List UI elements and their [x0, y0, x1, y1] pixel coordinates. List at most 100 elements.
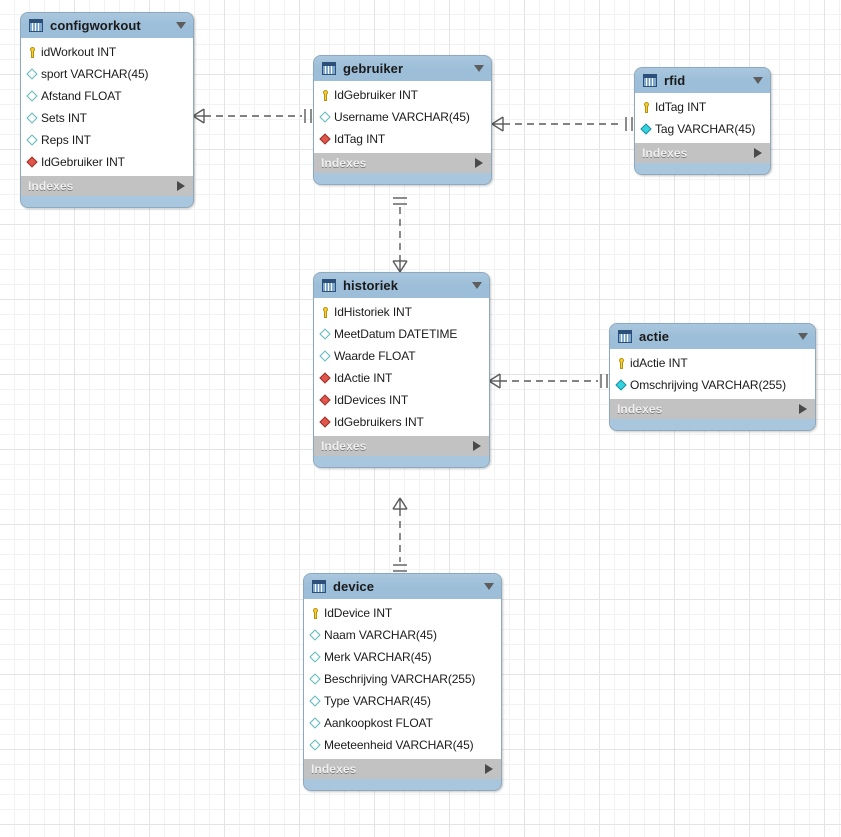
table-header-rfid[interactable]: rfid	[635, 68, 770, 94]
table-columns-gebruiker: IdGebruiker INT Username VARCHAR(45) IdTag…	[314, 82, 491, 152]
table-footer	[635, 163, 770, 174]
column-row[interactable]: Beschrijving VARCHAR(255)	[304, 668, 501, 690]
column-diamond-icon	[309, 717, 322, 730]
indexes-label: Indexes	[311, 762, 357, 776]
chevron-right-icon[interactable]	[754, 148, 762, 158]
column-row[interactable]: idWorkout INT	[21, 41, 193, 63]
table-header-actie[interactable]: actie	[610, 324, 815, 350]
table-header-historiek[interactable]: historiek	[314, 273, 489, 299]
table-footer	[314, 456, 489, 467]
column-row[interactable]: Merk VARCHAR(45)	[304, 646, 501, 668]
foreign-key-icon	[26, 156, 39, 169]
rel-configworkout-gebruiker[interactable]	[192, 98, 314, 134]
column-label: Username VARCHAR(45)	[334, 110, 470, 124]
table-icon	[29, 19, 43, 32]
chevron-down-icon[interactable]	[176, 22, 186, 29]
indexes-label: Indexes	[617, 402, 663, 416]
indexes-section-actie[interactable]: Indexes	[610, 398, 815, 419]
column-row[interactable]: Aankoopkost FLOAT	[304, 712, 501, 734]
column-row[interactable]: Username VARCHAR(45)	[314, 106, 491, 128]
chevron-right-icon[interactable]	[177, 181, 185, 191]
chevron-right-icon[interactable]	[473, 441, 481, 451]
primary-key-icon	[319, 306, 332, 319]
indexes-section-rfid[interactable]: Indexes	[635, 142, 770, 163]
column-row[interactable]: Type VARCHAR(45)	[304, 690, 501, 712]
column-row[interactable]: IdGebruiker INT	[21, 151, 193, 173]
chevron-down-icon[interactable]	[753, 77, 763, 84]
column-row[interactable]: IdDevice INT	[304, 602, 501, 624]
column-label: Tag VARCHAR(45)	[655, 122, 756, 136]
column-diamond-icon	[309, 673, 322, 686]
indexes-section-historiek[interactable]: Indexes	[314, 435, 489, 456]
foreign-key-icon	[319, 394, 332, 407]
column-label: Omschrijving VARCHAR(255)	[630, 378, 786, 392]
column-row[interactable]: Reps INT	[21, 129, 193, 151]
indexes-label: Indexes	[321, 439, 367, 453]
column-row[interactable]: MeetDatum DATETIME	[314, 323, 489, 345]
chevron-down-icon[interactable]	[798, 333, 808, 340]
indexes-section-configworkout[interactable]: Indexes	[21, 175, 193, 196]
table-configworkout[interactable]: configworkout idWorkout INT sport VARCHAR(…	[20, 12, 194, 208]
chevron-right-icon[interactable]	[475, 158, 483, 168]
table-actie[interactable]: actie idActie INT Omschrijving VARCHAR(255…	[609, 323, 816, 431]
table-historiek[interactable]: historiek IdHistoriek INT MeetDatum DATETI…	[313, 272, 490, 468]
column-label: Type VARCHAR(45)	[324, 694, 431, 708]
column-row[interactable]: IdHistoriek INT	[314, 301, 489, 323]
column-row[interactable]: IdGebruikers INT	[314, 411, 489, 433]
rel-historiek-actie[interactable]	[488, 363, 610, 399]
table-name-label: actie	[639, 329, 670, 344]
table-icon	[322, 279, 336, 292]
column-row[interactable]: Tag VARCHAR(45)	[635, 118, 770, 140]
column-row[interactable]: Sets INT	[21, 107, 193, 129]
column-row[interactable]: IdTag INT	[635, 96, 770, 118]
indexes-section-gebruiker[interactable]: Indexes	[314, 152, 491, 173]
column-row[interactable]: idActie INT	[610, 352, 815, 374]
table-gebruiker[interactable]: gebruiker IdGebruiker INT Username VARCHAR…	[313, 55, 492, 185]
rel-historiek-gebruiker[interactable]	[382, 195, 418, 273]
foreign-key-icon	[319, 133, 332, 146]
column-row[interactable]: IdTag INT	[314, 128, 491, 150]
column-label: IdDevices INT	[334, 393, 409, 407]
primary-key-icon	[640, 101, 653, 114]
column-label: Meeteenheid VARCHAR(45)	[324, 738, 474, 752]
table-header-configworkout[interactable]: configworkout	[21, 13, 193, 39]
chevron-down-icon[interactable]	[472, 282, 482, 289]
foreign-key-icon	[319, 372, 332, 385]
column-row[interactable]: IdActie INT	[314, 367, 489, 389]
column-row[interactable]: IdDevices INT	[314, 389, 489, 411]
column-row[interactable]: Waarde FLOAT	[314, 345, 489, 367]
chevron-down-icon[interactable]	[484, 583, 494, 590]
column-label: IdGebruiker INT	[41, 155, 125, 169]
column-row[interactable]: sport VARCHAR(45)	[21, 63, 193, 85]
column-row[interactable]: Omschrijving VARCHAR(255)	[610, 374, 815, 396]
column-diamond-icon	[319, 350, 332, 363]
column-row[interactable]: IdGebruiker INT	[314, 84, 491, 106]
chevron-right-icon[interactable]	[485, 764, 493, 774]
column-diamond-icon	[319, 328, 332, 341]
column-diamond-icon	[26, 90, 39, 103]
column-label: idActie INT	[630, 356, 688, 370]
column-label: Reps INT	[41, 133, 91, 147]
table-rfid[interactable]: rfid IdTag INT Tag VARCHAR(45) Indexes	[634, 67, 771, 175]
column-label: Beschrijving VARCHAR(255)	[324, 672, 476, 686]
chevron-right-icon[interactable]	[799, 404, 807, 414]
table-header-device[interactable]: device	[304, 574, 501, 600]
column-diamond-icon	[615, 379, 628, 392]
column-label: idWorkout INT	[41, 45, 117, 59]
column-row[interactable]: Naam VARCHAR(45)	[304, 624, 501, 646]
indexes-section-device[interactable]: Indexes	[304, 758, 501, 779]
rel-historiek-device[interactable]	[382, 497, 418, 574]
rel-gebruiker-rfid[interactable]	[491, 106, 635, 142]
column-row[interactable]: Afstand FLOAT	[21, 85, 193, 107]
table-name-label: gebruiker	[343, 61, 404, 76]
table-columns-device: IdDevice INT Naam VARCHAR(45) Merk VARCHAR…	[304, 600, 501, 758]
table-footer	[610, 419, 815, 430]
column-label: Naam VARCHAR(45)	[324, 628, 437, 642]
table-device[interactable]: device IdDevice INT Naam VARCHAR(45) Merk V…	[303, 573, 502, 791]
column-row[interactable]: Meeteenheid VARCHAR(45)	[304, 734, 501, 756]
eer-diagram-canvas[interactable]: configworkout idWorkout INT sport VARCHAR(…	[0, 0, 841, 837]
indexes-label: Indexes	[642, 146, 688, 160]
table-name-label: configworkout	[50, 18, 141, 33]
chevron-down-icon[interactable]	[474, 65, 484, 72]
table-header-gebruiker[interactable]: gebruiker	[314, 56, 491, 82]
